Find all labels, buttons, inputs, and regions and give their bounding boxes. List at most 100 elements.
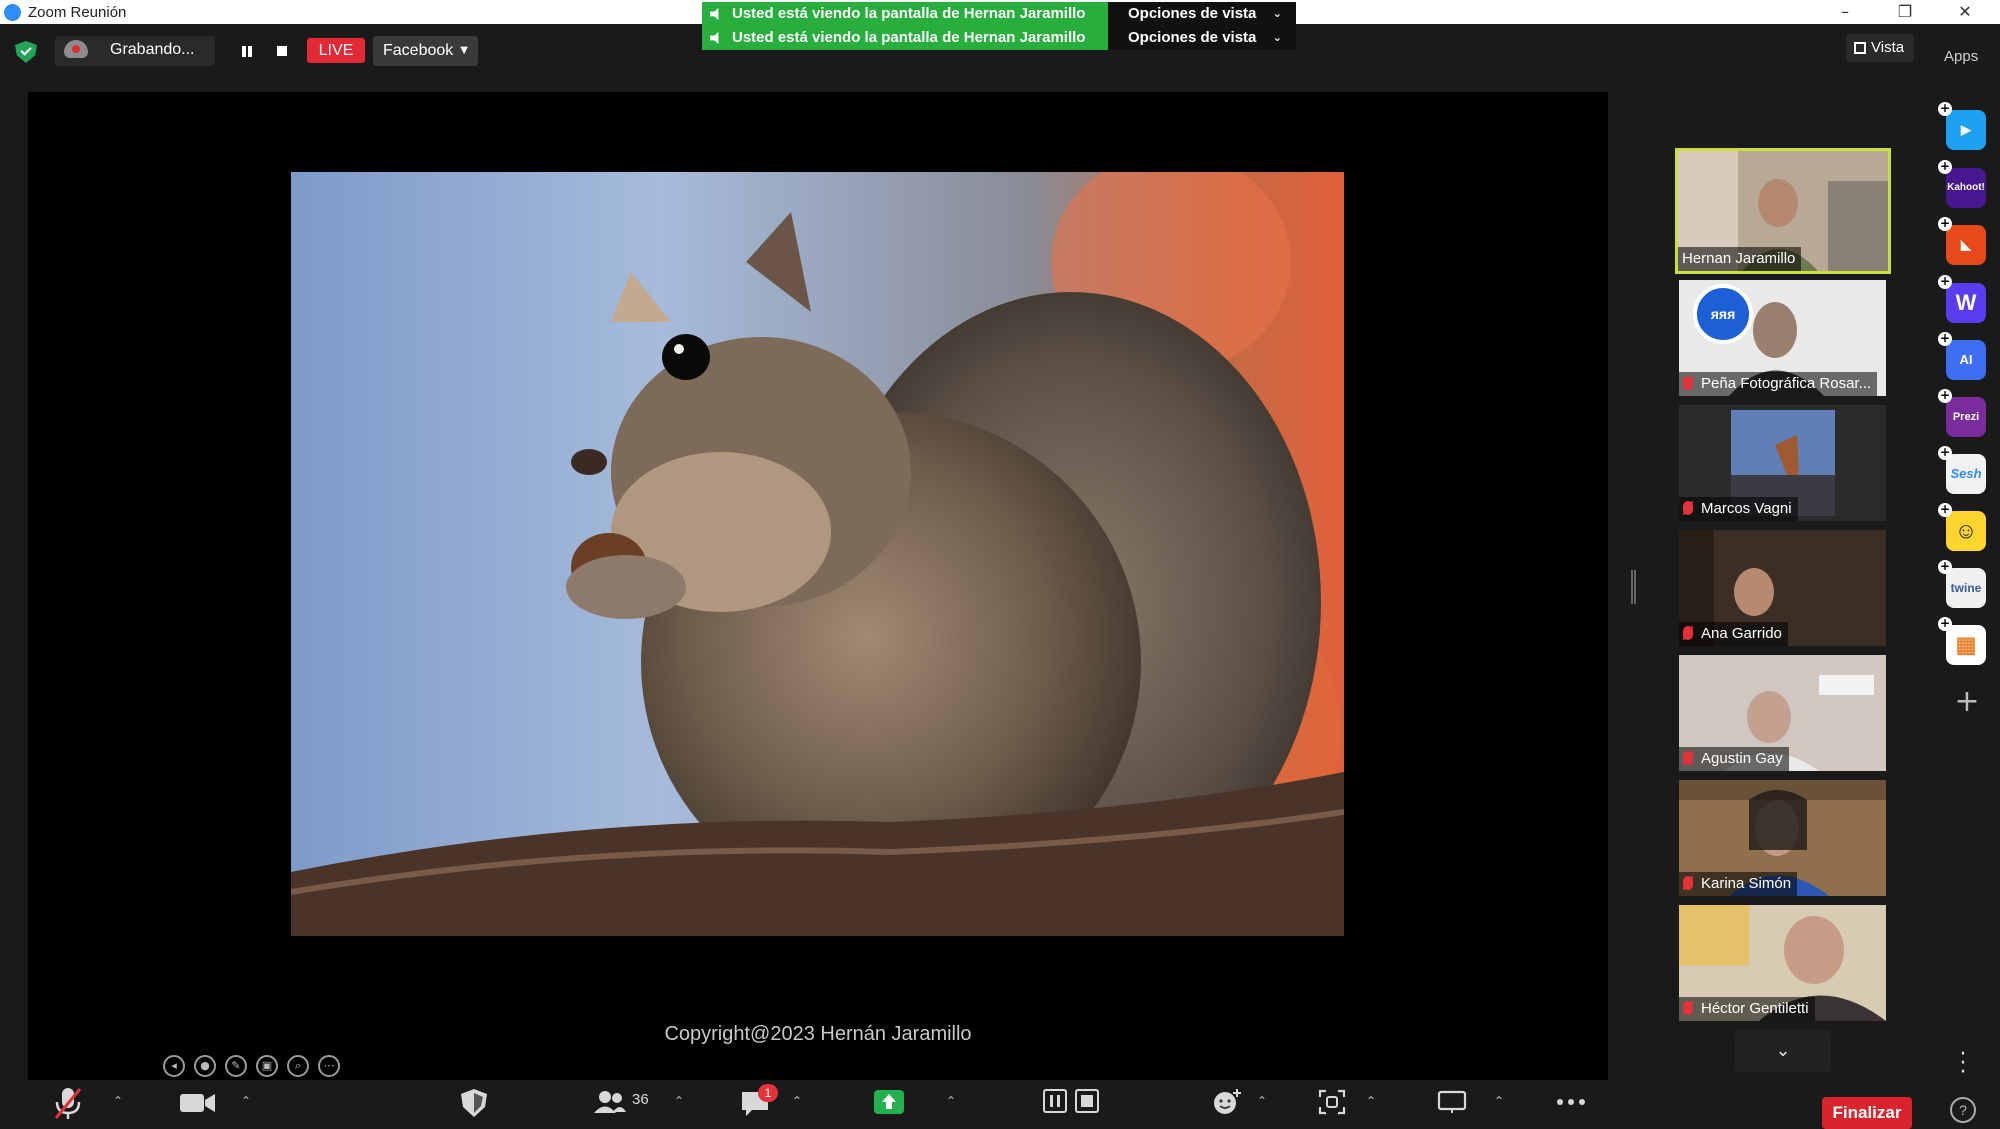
emoji-app-icon[interactable]: + ☺ (1938, 503, 1986, 551)
ai-app-icon[interactable]: + AI (1938, 332, 1986, 380)
stop-share-button[interactable] (1075, 1089, 1099, 1113)
share-options-caret[interactable]: ⌃ (943, 1094, 959, 1110)
security-icon[interactable] (460, 1088, 488, 1118)
club-logo-icon: ᴙᴙᴙ (1693, 284, 1753, 344)
participant-name: Karina Simón (1679, 872, 1798, 896)
muted-mic-icon (1683, 376, 1693, 390)
stop-icon (1081, 1095, 1093, 1107)
video-options-caret[interactable]: ⌃ (238, 1094, 254, 1110)
stream-target-dropdown[interactable]: Facebook ▼ (373, 36, 478, 66)
prezi-icon[interactable]: + Prezi (1938, 389, 1986, 437)
add-app-button[interactable]: + (1952, 687, 1982, 718)
view-options-button[interactable]: Opciones de vista ⌄ (1108, 26, 1296, 50)
participants-icon[interactable] (593, 1090, 627, 1114)
microphone-muted-icon[interactable] (52, 1086, 84, 1120)
annotation-back-icon[interactable]: ◂ (163, 1055, 185, 1077)
apps-options-caret[interactable]: ⌃ (1363, 1094, 1379, 1110)
pause-icon (1050, 1095, 1060, 1107)
grid-view-icon (1854, 42, 1866, 54)
copyright-text: Copyright@2023 Hernán Jaramillo (664, 1023, 972, 1045)
close-button[interactable]: ✕ (1935, 0, 1995, 24)
help-icon[interactable]: ? (1950, 1097, 1976, 1123)
shared-photo (291, 172, 1344, 936)
add-app-icon: + (1938, 101, 1952, 116)
minimize-button[interactable]: – (1815, 0, 1875, 24)
flip-app-icon[interactable]: + ▶ (1938, 102, 1986, 150)
annotation-more-icon[interactable]: ⋯ (318, 1055, 340, 1077)
apps-toolbar-icon[interactable] (1318, 1089, 1346, 1115)
annotation-draw-icon[interactable]: ✎ (225, 1055, 247, 1077)
add-app-icon: + (1938, 388, 1952, 403)
muted-mic-icon (1683, 626, 1693, 640)
sesh-icon[interactable]: + Sesh (1938, 446, 1986, 494)
restore-button[interactable]: ❐ (1875, 0, 1935, 24)
cloud-recording-icon (64, 40, 88, 58)
reactions-icon[interactable] (1212, 1088, 1242, 1116)
annotation-zoom-icon[interactable]: ⌕ (287, 1055, 309, 1077)
more-options-icon[interactable] (1556, 1097, 1586, 1107)
live-badge[interactable]: LIVE (307, 38, 365, 63)
share-banner: Usted está viendo la pantalla de Hernan … (702, 26, 1108, 50)
security-shield-icon[interactable] (15, 41, 37, 63)
annotation-save-icon[interactable]: ▣ (256, 1055, 278, 1077)
share-banner-text: Usted está viendo la pantalla de Hernan … (732, 5, 1086, 22)
add-app-icon: + (1938, 274, 1952, 289)
muted-mic-icon (1683, 501, 1693, 515)
add-app-icon: + (1938, 559, 1952, 574)
window-title: Zoom Reunión (28, 4, 127, 21)
view-options-label: Opciones de vista (1128, 5, 1257, 22)
speaker-icon (710, 32, 719, 44)
participant-tile[interactable]: Agustin Gay (1679, 655, 1886, 771)
participant-name: Hernan Jaramillo (1678, 247, 1802, 271)
red-app-icon[interactable]: + ◣ (1938, 217, 1986, 265)
kahoot-icon[interactable]: + Kahoot! (1938, 160, 1986, 208)
participant-tile[interactable]: Héctor Gentiletti (1679, 905, 1886, 1021)
muted-mic-icon (1683, 876, 1693, 890)
view-options-button[interactable]: Opciones de vista ⌄ (1108, 2, 1296, 26)
whiteboard-options-caret[interactable]: ⌃ (1491, 1094, 1507, 1110)
wooclap-icon[interactable]: + W (1938, 275, 1986, 323)
chevron-down-icon: ⌄ (1272, 31, 1282, 44)
chat-unread-badge: 1 (758, 1084, 778, 1102)
participant-name: Marcos Vagni (1679, 497, 1798, 521)
participant-tile[interactable]: Karina Simón (1679, 780, 1886, 896)
zoom-logo-icon (4, 4, 21, 21)
audio-options-caret[interactable]: ⌃ (110, 1094, 126, 1110)
pause-share-button[interactable] (1043, 1089, 1067, 1113)
annotation-pointer-icon[interactable]: ● (194, 1055, 216, 1077)
participant-name: Héctor Gentiletti (1679, 997, 1815, 1021)
panel-resize-handle[interactable] (1631, 570, 1636, 604)
participant-name: Ana Garrido (1679, 622, 1788, 646)
participant-tile[interactable]: Ana Garrido (1679, 530, 1886, 646)
add-app-icon: + (1938, 502, 1952, 517)
add-app-icon: + (1938, 159, 1952, 174)
share-banner-text: Usted está viendo la pantalla de Hernan … (732, 29, 1086, 46)
view-options-label: Opciones de vista (1128, 29, 1257, 46)
apps-label[interactable]: Apps (1944, 48, 1978, 65)
participant-tile[interactable]: Marcos Vagni (1679, 405, 1886, 521)
participants-options-caret[interactable]: ⌃ (671, 1094, 687, 1110)
share-banner: Usted está viendo la pantalla de Hernan … (702, 2, 1108, 26)
video-camera-icon[interactable] (180, 1092, 216, 1114)
speaker-icon (710, 8, 719, 20)
blocks-app-icon[interactable]: + ▦ (1938, 617, 1986, 665)
participant-tile[interactable]: ᴙᴙᴙ Peña Fotográfica Rosar... (1679, 280, 1886, 396)
stream-target-label: Facebook (383, 42, 454, 59)
add-app-icon: + (1938, 445, 1952, 460)
end-meeting-button[interactable]: Finalizar (1822, 1097, 1912, 1129)
muted-mic-icon (1683, 751, 1693, 765)
view-button[interactable]: Vista (1846, 34, 1914, 62)
gallery-scroll-down-button[interactable]: ⌄ (1735, 1030, 1831, 1072)
reactions-options-caret[interactable]: ⌃ (1254, 1094, 1270, 1110)
share-screen-button[interactable] (874, 1090, 904, 1114)
add-app-icon: + (1938, 331, 1952, 346)
chat-options-caret[interactable]: ⌃ (789, 1094, 805, 1110)
caret-down-icon: ▼ (460, 45, 468, 56)
pause-recording-button[interactable] (235, 36, 259, 66)
more-vertical-icon[interactable]: · · · (1958, 1044, 1968, 1084)
stop-recording-button[interactable] (270, 36, 294, 66)
participant-tile[interactable]: Hernan Jaramillo (1675, 148, 1891, 274)
twine-icon[interactable]: + twine (1938, 560, 1986, 608)
whiteboard-icon[interactable] (1437, 1090, 1467, 1114)
participant-name: Agustin Gay (1679, 747, 1789, 771)
